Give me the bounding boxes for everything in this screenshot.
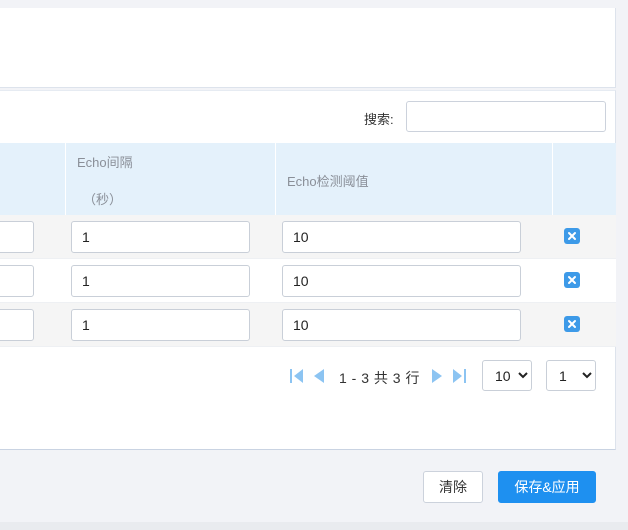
bottom-divider (0, 522, 628, 530)
search-label: 搜索: (364, 112, 394, 127)
row1-echo-interval-input[interactable] (71, 221, 250, 253)
clear-button[interactable]: 清除 (423, 471, 483, 503)
header-echo-interval: Echo间隔 （秒） (66, 143, 276, 215)
table-row (0, 259, 616, 303)
row1-delete-button[interactable] (564, 228, 580, 244)
pagination: 1 - 3 共 3 行 10 1 (0, 360, 616, 392)
table-row (0, 303, 616, 347)
header-actions (553, 143, 616, 215)
prev-page-icon[interactable] (312, 368, 325, 384)
row1-partial-input[interactable] (0, 221, 34, 253)
last-page-icon[interactable] (452, 368, 466, 384)
row3-partial-input[interactable] (0, 309, 34, 341)
close-icon (568, 276, 576, 284)
row2-echo-threshold-input[interactable] (282, 265, 521, 297)
first-page-icon[interactable] (290, 368, 304, 384)
close-icon (568, 320, 576, 328)
row2-delete-button[interactable] (564, 272, 580, 288)
row3-delete-button[interactable] (564, 316, 580, 332)
row2-echo-interval-input[interactable] (71, 265, 250, 297)
page-size-select[interactable]: 10 (482, 360, 532, 391)
header-echo-threshold: Echo检测阈值 (276, 143, 553, 215)
header-echo-interval-label: Echo间隔 (77, 155, 133, 170)
row3-echo-interval-input[interactable] (71, 309, 250, 341)
header-echo-interval-unit: （秒） (83, 192, 123, 207)
header-cell-partial (0, 143, 66, 215)
header-echo-threshold-label: Echo检测阈值 (287, 174, 369, 189)
table-header: Echo间隔 （秒） Echo检测阈值 (0, 143, 616, 215)
next-page-icon[interactable] (431, 368, 444, 384)
page-number-select[interactable]: 1 (546, 360, 596, 391)
row2-partial-input[interactable] (0, 265, 34, 297)
table-row (0, 215, 616, 259)
close-icon (568, 232, 576, 240)
pagination-summary: 1 - 3 共 3 行 (339, 370, 420, 386)
search-input[interactable] (406, 101, 606, 132)
top-strip (0, 0, 628, 8)
upper-panel (0, 8, 616, 88)
row1-echo-threshold-input[interactable] (282, 221, 521, 253)
save-apply-button[interactable]: 保存&应用 (498, 471, 596, 503)
row3-echo-threshold-input[interactable] (282, 309, 521, 341)
